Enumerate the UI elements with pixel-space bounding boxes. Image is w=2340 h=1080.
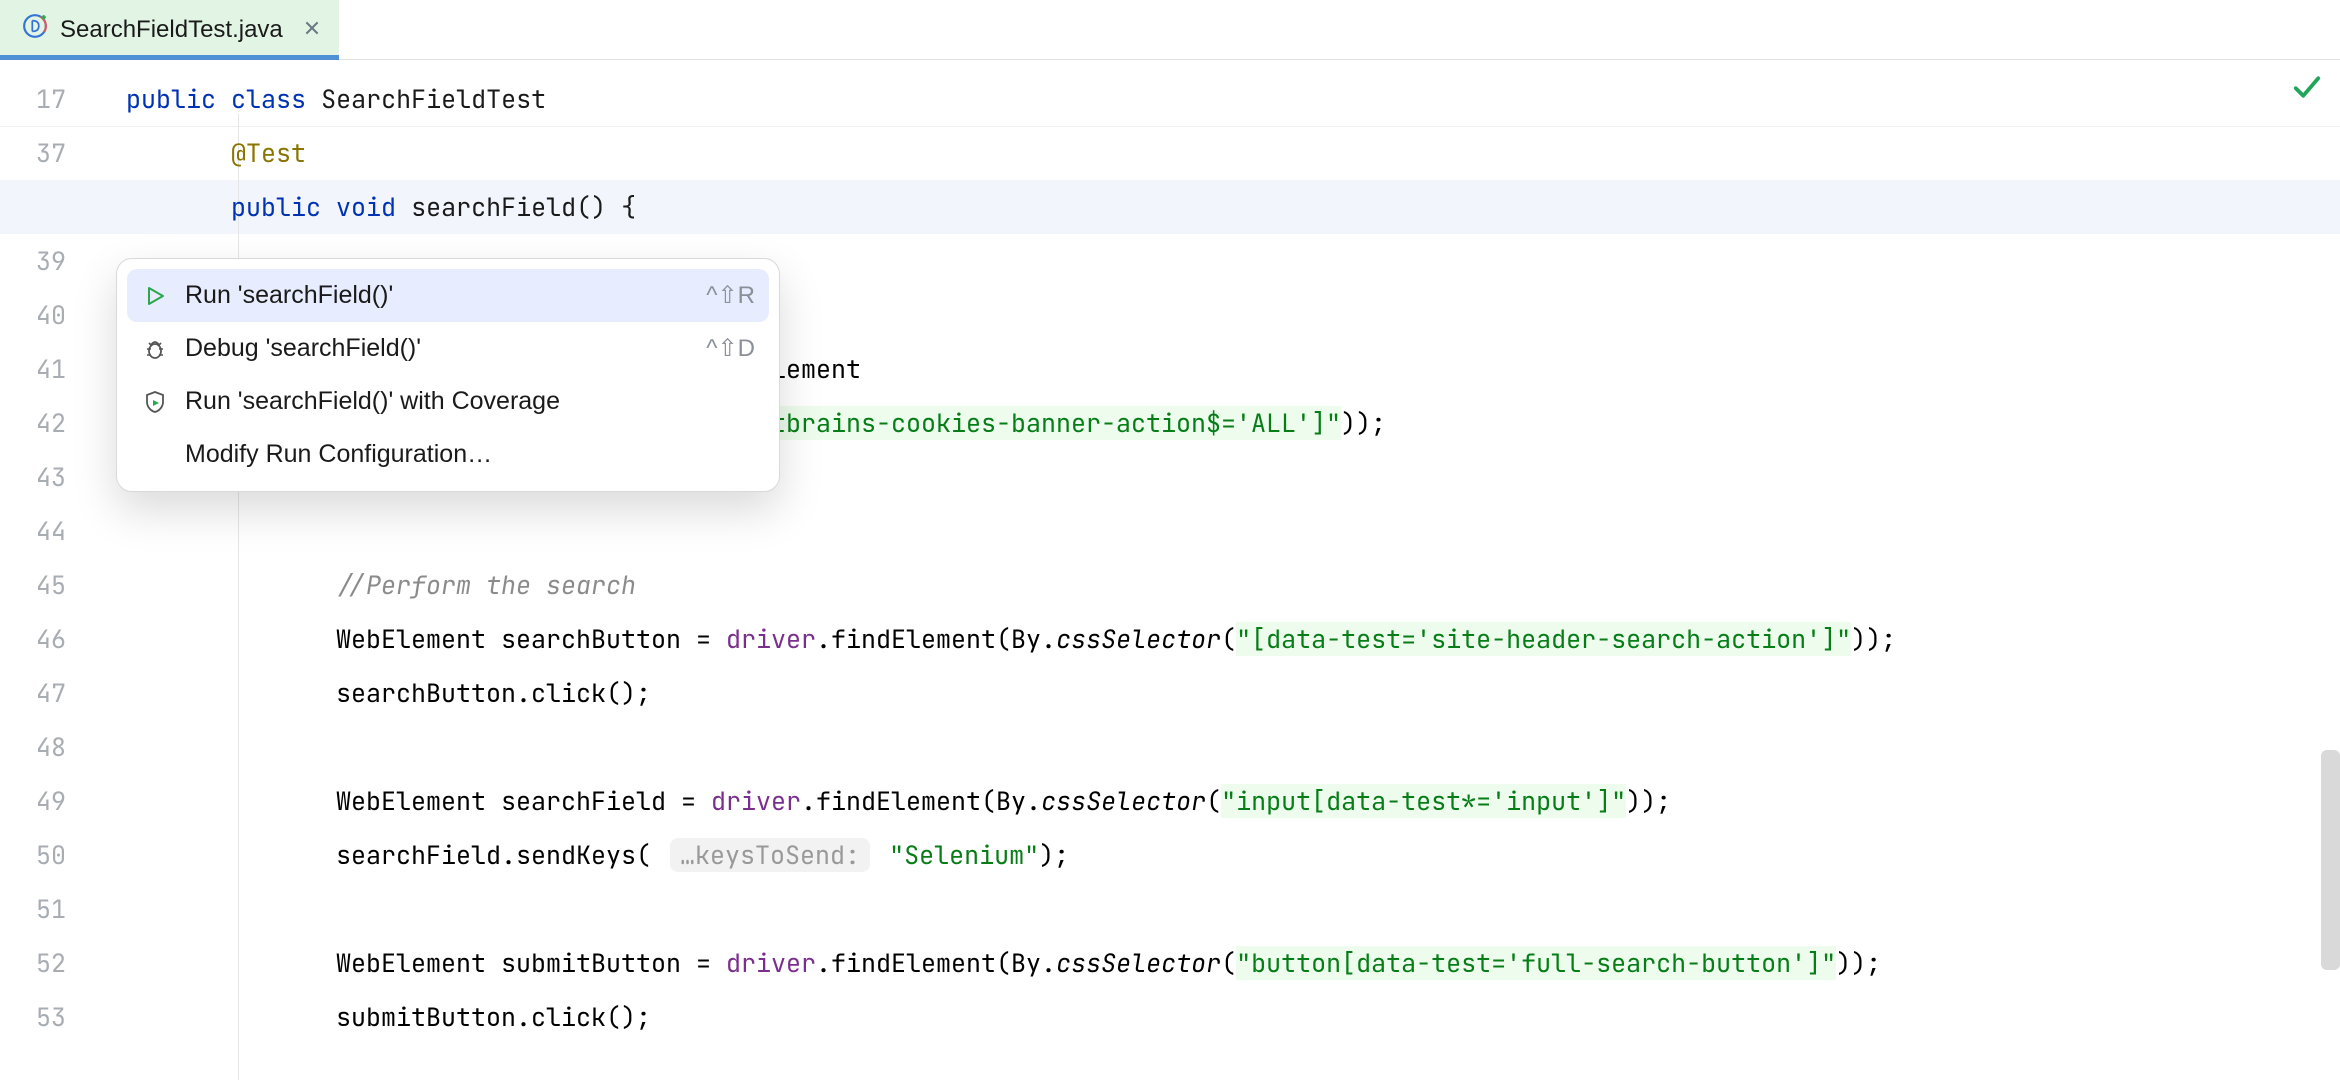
line-number[interactable]: 46: [0, 612, 90, 666]
line-number[interactable]: 50: [0, 828, 90, 882]
line-number[interactable]: 48: [0, 720, 90, 774]
play-icon: [141, 284, 169, 308]
tab-bar: SearchFieldTest.java: [0, 0, 2340, 60]
menu-item-label: Modify Run Configuration…: [185, 440, 492, 469]
code-line[interactable]: public class SearchFieldTest: [126, 72, 2340, 126]
line-number[interactable]: 40: [0, 288, 90, 342]
code-line[interactable]: @Test: [126, 126, 2340, 180]
menu-item-run-coverage[interactable]: Run 'searchField()' with Coverage: [117, 375, 779, 428]
line-number[interactable]: 47: [0, 666, 90, 720]
line-number[interactable]: 45: [0, 558, 90, 612]
code-line[interactable]: [126, 720, 2340, 774]
code-line[interactable]: //Perform the search: [126, 558, 2340, 612]
line-number[interactable]: 42: [0, 396, 90, 450]
line-number[interactable]: 43: [0, 450, 90, 504]
code-line[interactable]: WebElement submitButton = driver.findEle…: [126, 936, 2340, 990]
editor[interactable]: 17 37 38 39 40 41 42 43 44 45 46 47 48 4…: [0, 60, 2340, 1080]
close-icon[interactable]: [303, 16, 321, 44]
run-context-menu: Run 'searchField()' ^⇧R Debug 'searchFie…: [116, 258, 780, 492]
menu-item-debug[interactable]: Debug 'searchField()' ^⇧D: [117, 322, 779, 375]
code-area[interactable]: public class SearchFieldTest @Test publi…: [126, 60, 2340, 1080]
line-number[interactable]: 49: [0, 774, 90, 828]
code-line[interactable]: WebElement searchButton = driver.findEle…: [126, 612, 2340, 666]
bug-icon: [141, 337, 169, 361]
menu-item-run[interactable]: Run 'searchField()' ^⇧R: [127, 269, 769, 322]
line-number[interactable]: 52: [0, 936, 90, 990]
line-number[interactable]: 51: [0, 882, 90, 936]
code-line[interactable]: [126, 882, 2340, 936]
code-line[interactable]: WebElement searchField = driver.findElem…: [126, 774, 2340, 828]
coverage-icon: [141, 390, 169, 414]
inlay-hint[interactable]: …keysToSend:: [670, 838, 870, 872]
line-number[interactable]: 53: [0, 990, 90, 1044]
menu-item-shortcut: ^⇧D: [706, 334, 755, 363]
line-number[interactable]: 17: [0, 72, 90, 126]
tab-file[interactable]: SearchFieldTest.java: [0, 0, 339, 59]
menu-item-label: Run 'searchField()' with Coverage: [185, 387, 560, 416]
menu-item-label: Debug 'searchField()': [185, 334, 421, 363]
menu-item-shortcut: ^⇧R: [706, 281, 755, 310]
line-number[interactable]: 39: [0, 234, 90, 288]
code-line[interactable]: [126, 504, 2340, 558]
line-number[interactable]: 44: [0, 504, 90, 558]
line-number[interactable]: 37: [0, 126, 90, 180]
code-line[interactable]: searchField.sendKeys( …keysToSend: "Sele…: [126, 828, 2340, 882]
test-class-icon: [22, 13, 48, 46]
code-line[interactable]: searchButton.click();: [126, 666, 2340, 720]
menu-item-label: Run 'searchField()': [185, 281, 393, 310]
line-number[interactable]: 41: [0, 342, 90, 396]
menu-item-modify-config[interactable]: Modify Run Configuration…: [117, 428, 779, 481]
code-line[interactable]: submitButton.click();: [126, 990, 2340, 1044]
tab-title: SearchFieldTest.java: [60, 16, 283, 44]
code-line[interactable]: public void searchField() {: [126, 180, 2340, 234]
